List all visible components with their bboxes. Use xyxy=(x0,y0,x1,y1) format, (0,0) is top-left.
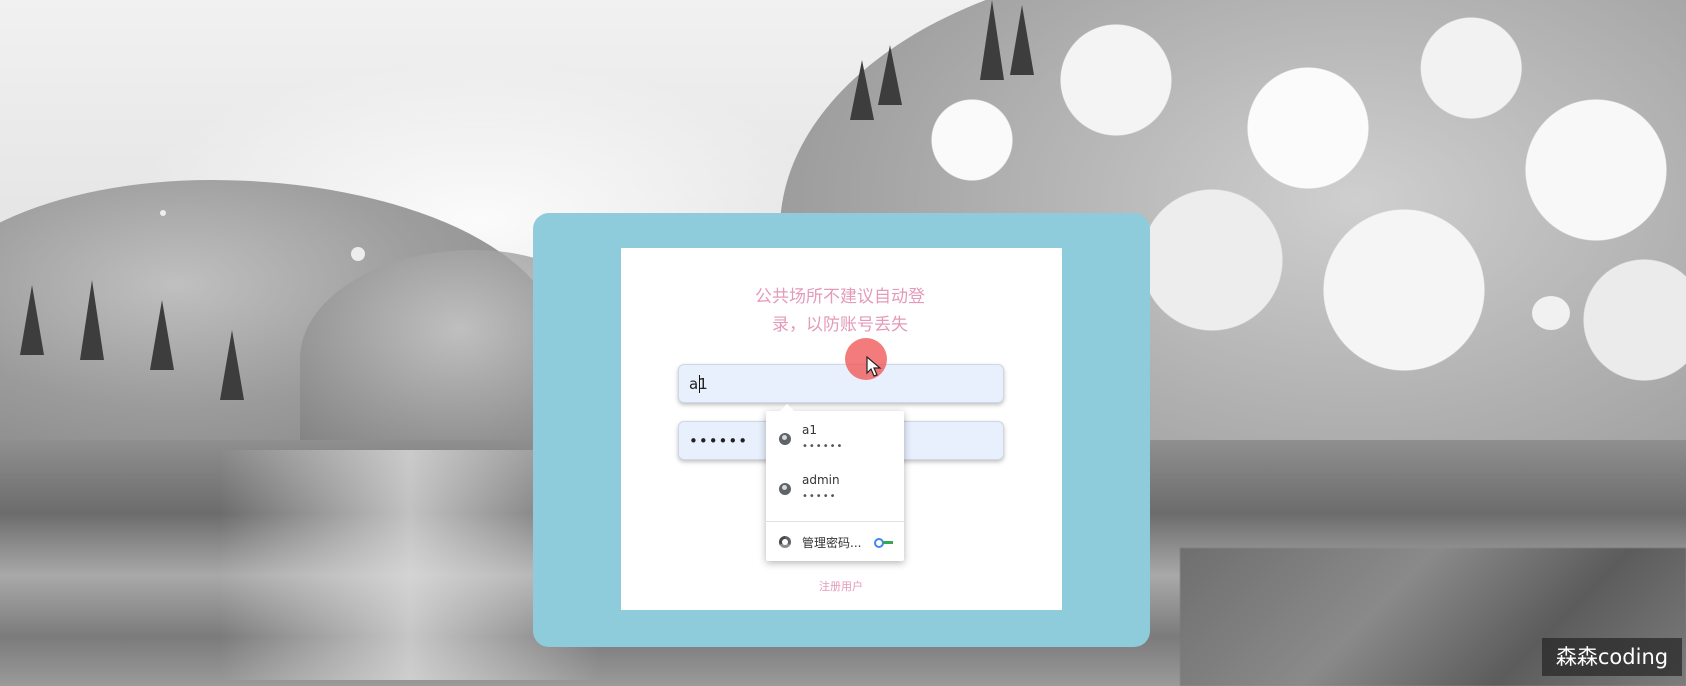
pine-tree xyxy=(878,45,902,105)
pine-tree xyxy=(20,285,44,355)
manage-passwords-item[interactable]: 管理密码... xyxy=(766,528,904,556)
username-input[interactable] xyxy=(678,364,1004,403)
watermark: 森森coding xyxy=(1542,638,1682,676)
globe-icon xyxy=(779,483,791,495)
dropdown-divider xyxy=(766,521,904,522)
snowflake xyxy=(1532,296,1570,330)
saved-username: admin xyxy=(802,473,840,487)
mouse-pointer-icon xyxy=(866,356,882,377)
snowflake xyxy=(351,247,365,261)
pine-tree xyxy=(80,280,104,360)
pine-tree xyxy=(220,330,244,400)
chrome-icon xyxy=(779,536,791,548)
saved-account-admin[interactable]: admin ••••• xyxy=(766,469,904,513)
dropdown-pointer xyxy=(780,404,794,411)
autofill-dropdown: a1 •••••• admin ••••• 管理密码... xyxy=(766,404,904,561)
globe-icon xyxy=(779,433,791,445)
text-caret xyxy=(699,375,700,393)
register-link[interactable]: 注册用户 xyxy=(781,578,901,594)
manage-passwords-label: 管理密码... xyxy=(802,536,862,550)
saved-password-mask: •••••• xyxy=(802,441,844,452)
saved-username: a1 xyxy=(802,423,817,437)
pine-tree xyxy=(1010,5,1034,75)
auto-login-warning: 公共场所不建议自动登录，以防账号丢失 xyxy=(755,287,925,335)
pine-tree xyxy=(150,300,174,370)
pine-tree xyxy=(850,60,874,120)
snowflake xyxy=(160,210,166,216)
pine-tree xyxy=(980,0,1004,80)
key-icon xyxy=(874,537,894,548)
saved-account-a1[interactable]: a1 •••••• xyxy=(766,419,904,463)
saved-password-mask: ••••• xyxy=(802,491,837,502)
